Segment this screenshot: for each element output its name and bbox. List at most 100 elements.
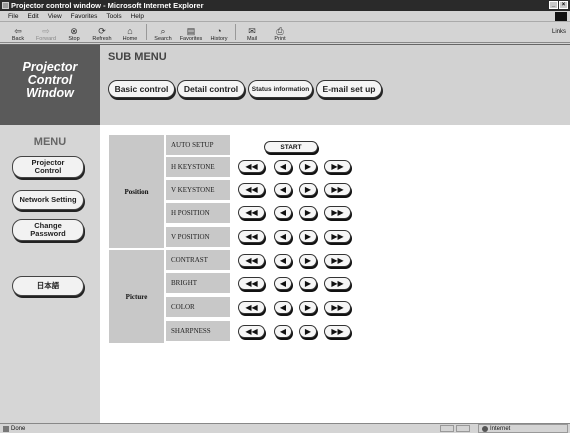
security-zone: Internet: [478, 424, 568, 433]
print-icon: ⎙: [276, 26, 284, 36]
sharpness-fast-decrease-button[interactable]: ◀◀: [238, 325, 265, 338]
contrast-fast-increase-button[interactable]: ▶▶: [324, 254, 351, 267]
menu-tools[interactable]: Tools: [106, 13, 121, 20]
projector-control-button[interactable]: Projector Control: [12, 156, 84, 178]
mail-icon: ✉: [248, 26, 256, 36]
stop-button[interactable]: ⊗ Stop: [60, 22, 88, 42]
browser-toolbar: ⇦ Back ⇨ Forward ⊗ Stop ⟳ Refresh ⌂ Home ⌕ Sea…: [0, 22, 570, 43]
status-bar: Done Internet: [0, 423, 570, 433]
detail-control-button[interactable]: Detail control: [177, 80, 245, 98]
search-icon: ⌕: [160, 26, 166, 36]
auto-setup-start-button[interactable]: START: [264, 141, 318, 153]
contrast-decrease-button[interactable]: ◀: [274, 254, 292, 267]
network-setting-button[interactable]: Network Setting: [12, 190, 84, 210]
window-title: Projector control window - Microsoft Int…: [11, 1, 204, 10]
window-controls: _ ×: [549, 1, 568, 9]
menu-favorites[interactable]: Favorites: [71, 13, 98, 20]
toolbar-separator: [146, 24, 147, 40]
color-decrease-button[interactable]: ◀: [274, 301, 292, 314]
v-keystone-increase-button[interactable]: ▶: [299, 183, 317, 196]
h-keystone-decrease-button[interactable]: ◀: [274, 160, 292, 173]
h-position-fast-decrease-button[interactable]: ◀◀: [238, 206, 265, 219]
side-menu: MENU Projector Control Network Setting Ch…: [0, 125, 100, 424]
back-button[interactable]: ⇦ Back: [4, 22, 32, 42]
row-label-bright: BRIGHT: [166, 273, 230, 293]
h-keystone-fast-increase-button[interactable]: ▶▶: [324, 160, 351, 173]
internet-globe-icon: [482, 425, 488, 432]
forward-button[interactable]: ⇨ Forward: [32, 22, 60, 42]
toolbar-separator: [235, 24, 236, 40]
projector-control-window-logo: Projector Control Window: [22, 60, 78, 100]
v-keystone-decrease-button[interactable]: ◀: [274, 183, 292, 196]
submenu-panel: SUB MENU Basic control Detail control St…: [100, 45, 570, 125]
home-button[interactable]: ⌂ Home: [116, 22, 144, 42]
mail-button[interactable]: ✉ Mail: [238, 22, 266, 42]
menu-view[interactable]: View: [48, 13, 62, 20]
v-position-fast-increase-button[interactable]: ▶▶: [324, 230, 351, 243]
search-button[interactable]: ⌕ Search: [149, 22, 177, 42]
refresh-button[interactable]: ⟳ Refresh: [88, 22, 116, 42]
h-position-fast-increase-button[interactable]: ▶▶: [324, 206, 351, 219]
sharpness-fast-increase-button[interactable]: ▶▶: [324, 325, 351, 338]
row-label-color: COLOR: [166, 297, 230, 317]
h-position-decrease-button[interactable]: ◀: [274, 206, 292, 219]
history-icon: ◔: [216, 26, 222, 36]
refresh-icon: ⟳: [98, 26, 106, 36]
print-button[interactable]: ⎙ Print: [266, 22, 294, 42]
favorites-button[interactable]: ▤ Favorites: [177, 22, 205, 42]
sharpness-increase-button[interactable]: ▶: [299, 325, 317, 338]
home-icon: ⌂: [127, 26, 133, 36]
logo-panel: Projector Control Window: [0, 45, 100, 125]
status-text: Done: [0, 425, 25, 432]
row-label-h-keystone: H KEYSTONE: [166, 157, 230, 177]
bright-fast-decrease-button[interactable]: ◀◀: [238, 277, 265, 290]
color-increase-button[interactable]: ▶: [299, 301, 317, 314]
basic-control-button[interactable]: Basic control: [108, 80, 175, 98]
sharpness-decrease-button[interactable]: ◀: [274, 325, 292, 338]
color-fast-increase-button[interactable]: ▶▶: [324, 301, 351, 314]
v-keystone-fast-increase-button[interactable]: ▶▶: [324, 183, 351, 196]
japanese-language-button[interactable]: 日本語: [12, 276, 84, 296]
links-bar[interactable]: Links: [552, 29, 566, 35]
group-position: Position: [109, 135, 164, 248]
v-position-increase-button[interactable]: ▶: [299, 230, 317, 243]
row-label-auto-setup: AUTO SETUP: [166, 135, 230, 155]
group-picture: Picture: [109, 250, 164, 343]
row-label-v-keystone: V KEYSTONE: [166, 180, 230, 200]
v-keystone-fast-decrease-button[interactable]: ◀◀: [238, 183, 265, 196]
h-keystone-fast-decrease-button[interactable]: ◀◀: [238, 160, 265, 173]
menu-bar: File Edit View Favorites Tools Help: [0, 11, 570, 22]
page-done-icon: [3, 425, 9, 432]
favorites-icon: ▤: [186, 26, 196, 36]
menu-title: MENU: [33, 136, 67, 148]
status-information-button[interactable]: Status information: [248, 80, 313, 98]
row-label-sharpness: SHARPNESS: [166, 321, 230, 341]
bright-fast-increase-button[interactable]: ▶▶: [324, 277, 351, 290]
contrast-increase-button[interactable]: ▶: [299, 254, 317, 267]
menu-edit[interactable]: Edit: [27, 13, 38, 20]
menu-file[interactable]: File: [8, 13, 18, 20]
close-button[interactable]: ×: [559, 1, 568, 9]
h-position-increase-button[interactable]: ▶: [299, 206, 317, 219]
row-label-v-position: V POSITION: [166, 227, 230, 247]
bright-decrease-button[interactable]: ◀: [274, 277, 292, 290]
color-fast-decrease-button[interactable]: ◀◀: [238, 301, 265, 314]
v-position-fast-decrease-button[interactable]: ◀◀: [238, 230, 265, 243]
ie-app-icon: [2, 2, 9, 9]
row-label-contrast: CONTRAST: [166, 250, 230, 270]
forward-arrow-icon: ⇨: [42, 26, 50, 36]
v-position-decrease-button[interactable]: ◀: [274, 230, 292, 243]
email-setup-button[interactable]: E-mail set up: [316, 80, 382, 98]
history-button[interactable]: ◔ History: [205, 22, 233, 42]
minimize-button[interactable]: _: [549, 1, 558, 9]
stop-icon: ⊗: [70, 26, 78, 36]
status-cells: [440, 425, 470, 432]
change-password-button[interactable]: Change Password: [12, 219, 84, 241]
bright-increase-button[interactable]: ▶: [299, 277, 317, 290]
contrast-fast-decrease-button[interactable]: ◀◀: [238, 254, 265, 267]
submenu-title: SUB MENU: [108, 51, 167, 63]
back-arrow-icon: ⇦: [14, 26, 22, 36]
window-titlebar: Projector control window - Microsoft Int…: [0, 0, 570, 11]
menu-help[interactable]: Help: [131, 13, 144, 20]
h-keystone-increase-button[interactable]: ▶: [299, 160, 317, 173]
